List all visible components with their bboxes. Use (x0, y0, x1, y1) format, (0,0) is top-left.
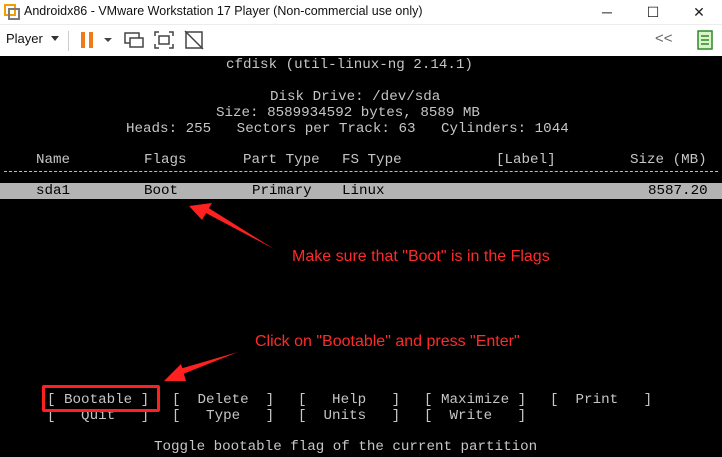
window-title: Androidx86 - VMware Workstation 17 Playe… (24, 4, 423, 18)
disk-drive: Disk Drive: /dev/sda (270, 89, 441, 105)
delete-menu-item[interactable]: [ Delete ] (172, 392, 274, 408)
toolbar: Player << (0, 25, 722, 55)
collapse-chevron-icon[interactable]: << (655, 30, 673, 47)
write-menu-item[interactable]: [ Write ] (424, 408, 526, 424)
header-divider (4, 171, 718, 172)
col-flags: Flags (144, 152, 187, 168)
player-menu-button[interactable]: Player (6, 31, 59, 46)
bootable-annotation: Click on "Bootable" and press "Enter" (255, 333, 520, 350)
maximize-icon: ☐ (646, 3, 660, 20)
status-line: Toggle bootable flag of the current part… (154, 439, 538, 455)
disk-geometry: Heads: 255 Sectors per Track: 63 Cylinde… (126, 121, 569, 137)
help-menu-item[interactable]: [ Help ] (298, 392, 400, 408)
close-icon: ✕ (693, 3, 705, 20)
partition-type: Primary (252, 183, 312, 199)
send-ctrl-alt-del-icon[interactable] (122, 29, 146, 51)
pause-dropdown-icon[interactable] (96, 29, 120, 51)
print-menu-item[interactable]: [ Print ] (550, 392, 652, 408)
type-menu-item[interactable]: [ Type ] (172, 408, 274, 424)
close-button[interactable]: ✕ (676, 0, 722, 24)
partition-fs-type: Linux (342, 183, 385, 199)
bootable-highlight-box (42, 385, 160, 412)
unity-mode-icon[interactable] (182, 29, 206, 51)
program-title: cfdisk (util-linux-ng 2.14.1) (226, 57, 473, 73)
col-size: Size (MB) (630, 152, 707, 168)
minimize-icon: ─ (602, 4, 612, 20)
library-icon[interactable] (693, 29, 717, 51)
toolbar-divider (68, 31, 69, 51)
partition-name: sda1 (36, 183, 71, 199)
chevron-down-icon (50, 36, 59, 41)
fullscreen-icon[interactable] (152, 29, 176, 51)
maximize-menu-item[interactable]: [ Maximize ] (424, 392, 526, 408)
units-menu-item[interactable]: [ Units ] (298, 408, 400, 424)
col-part-type: Part Type (243, 152, 320, 168)
disk-size: Size: 8589934592 bytes, 8589 MB (216, 105, 480, 121)
maximize-button[interactable]: ☐ (630, 0, 676, 24)
col-name: Name (36, 152, 71, 168)
col-label: [Label] (496, 152, 556, 168)
partition-row[interactable]: sda1 Boot Primary Linux 8587.20 (0, 183, 722, 199)
minimize-button[interactable]: ─ (584, 0, 630, 24)
player-menu-label: Player (6, 31, 43, 46)
flags-annotation: Make sure that "Boot" is in the Flags (292, 248, 550, 265)
partition-size: 8587.20 (648, 183, 708, 199)
title-bar: Androidx86 - VMware Workstation 17 Playe… (0, 0, 722, 25)
col-fs-type: FS Type (342, 152, 402, 168)
partition-flags: Boot (144, 183, 179, 199)
vmware-app-icon (4, 4, 20, 20)
